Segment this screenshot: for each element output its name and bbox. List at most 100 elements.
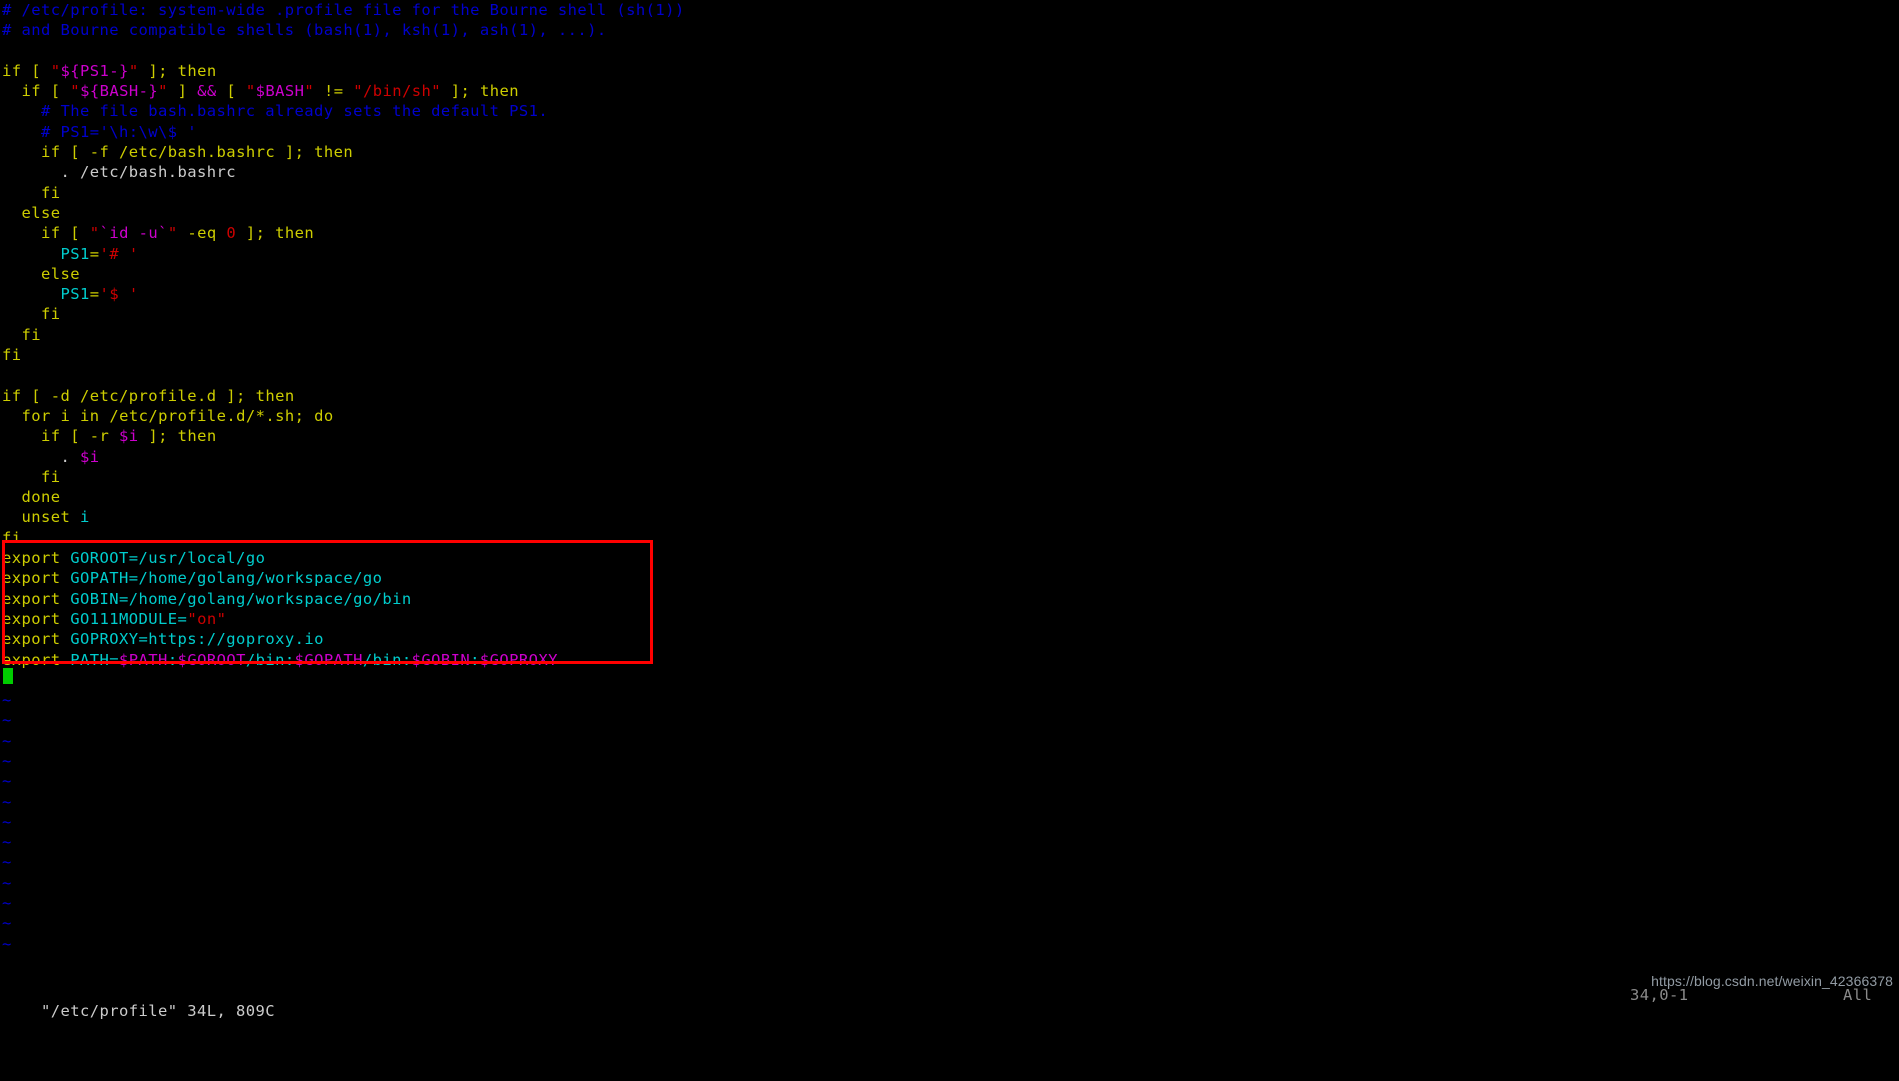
code-token: i — [50, 406, 81, 425]
empty-line-tilde: ~ — [0, 792, 1899, 812]
code-line[interactable]: . /etc/bash.bashrc — [0, 162, 1899, 182]
code-line[interactable]: if [ -f /etc/bash.bashrc ]; then — [0, 142, 1899, 162]
tilde-icon: ~ — [2, 812, 12, 831]
code-token: $GOPATH — [294, 650, 363, 669]
tilde-icon: ~ — [2, 751, 12, 770]
code-token: then — [275, 224, 315, 243]
code-line[interactable]: fi — [0, 467, 1899, 487]
empty-line-tilde: ~ — [0, 832, 1899, 852]
code-token: " — [128, 61, 139, 80]
code-line[interactable] — [0, 41, 1899, 61]
code-line[interactable]: export GOROOT=/usr/local/go — [0, 548, 1899, 568]
code-token: [ -r — [60, 427, 120, 446]
code-line[interactable]: # PS1='\h:\w\$ ' — [0, 122, 1899, 142]
code-token: " — [89, 224, 100, 243]
code-token: ${PS1-} — [60, 61, 129, 80]
code-line[interactable]: unset i — [0, 507, 1899, 527]
empty-line-tilde: ~ — [0, 893, 1899, 913]
csdn-watermark: https://blog.csdn.net/weixin_42366378 — [1651, 973, 1893, 989]
code-token: ] — [167, 82, 198, 101]
code-token: " — [245, 82, 256, 101]
empty-line-tilde: ~ — [0, 852, 1899, 872]
code-line[interactable]: export GO111MODULE="on" — [0, 609, 1899, 629]
code-line[interactable]: done — [0, 487, 1899, 507]
code-token: for — [21, 406, 51, 425]
code-token: = — [89, 285, 100, 304]
code-token: fi — [41, 183, 61, 202]
code-line[interactable] — [0, 670, 1899, 690]
code-line[interactable] — [0, 365, 1899, 385]
code-token: export — [2, 609, 61, 628]
code-token: if — [2, 61, 22, 80]
tilde-icon: ~ — [2, 691, 12, 710]
code-line[interactable]: export PATH=$PATH:$GOROOT/bin:$GOPATH/bi… — [0, 650, 1899, 670]
code-line[interactable]: fi — [0, 183, 1899, 203]
tilde-icon: ~ — [2, 833, 12, 852]
code-token: export — [2, 589, 61, 608]
code-line[interactable]: fi — [0, 345, 1899, 365]
code-token: " — [304, 82, 315, 101]
code-line[interactable]: # and Bourne compatible shells (bash(1),… — [0, 20, 1899, 40]
code-token: ]; — [138, 61, 178, 80]
code-token: then — [314, 143, 354, 162]
code-line[interactable]: fi — [0, 528, 1899, 548]
code-line[interactable]: export GOPROXY=https://goproxy.io — [0, 629, 1899, 649]
code-token: : — [167, 650, 178, 669]
code-token: export — [2, 569, 61, 588]
code-token: $ — [109, 285, 120, 304]
code-line[interactable]: . $i — [0, 447, 1899, 467]
code-token: [ -f /etc/bash.bashrc ]; — [60, 143, 315, 162]
code-token: $BASH — [255, 82, 305, 101]
code-line[interactable]: if [ "${BASH-}" ] && [ "$BASH" != "/bin/… — [0, 81, 1899, 101]
code-line[interactable]: # The file bash.bashrc already sets the … — [0, 101, 1899, 121]
code-token: export — [2, 650, 61, 669]
code-token: /bin: — [362, 650, 412, 669]
code-token: `id -u` — [99, 224, 168, 243]
code-token: $GOBIN — [411, 650, 471, 669]
code-token: = — [89, 244, 100, 263]
code-line[interactable]: else — [0, 203, 1899, 223]
empty-line-tilde: ~ — [0, 690, 1899, 710]
code-token: ]; — [440, 82, 480, 101]
code-line[interactable]: export GOBIN=/home/golang/workspace/go/b… — [0, 589, 1899, 609]
empty-line-tilde: ~ — [0, 710, 1899, 730]
code-token: " — [50, 61, 61, 80]
empty-line-tilde: ~ — [0, 812, 1899, 832]
code-token: && — [197, 82, 217, 101]
code-token: PS1 — [60, 285, 90, 304]
code-line[interactable]: PS1='$ ' — [0, 284, 1899, 304]
code-token: # — [109, 244, 120, 263]
code-line[interactable]: export GOPATH=/home/golang/workspace/go — [0, 568, 1899, 588]
code-line[interactable]: if [ -d /etc/profile.d ]; then — [0, 386, 1899, 406]
code-token: else — [41, 264, 81, 283]
vim-text-buffer[interactable]: # /etc/profile: system-wide .profile fil… — [0, 0, 1899, 954]
code-line[interactable]: else — [0, 264, 1899, 284]
code-line[interactable]: fi — [0, 325, 1899, 345]
code-token: if — [2, 386, 22, 405]
code-line[interactable]: # /etc/profile: system-wide .profile fil… — [0, 0, 1899, 20]
code-line[interactable]: if [ "`id -u`" -eq 0 ]; then — [0, 223, 1899, 243]
code-token: else — [21, 203, 61, 222]
code-line[interactable]: fi — [0, 304, 1899, 324]
code-line[interactable]: for i in /etc/profile.d/*.sh; do — [0, 406, 1899, 426]
code-line[interactable]: if [ -r $i ]; then — [0, 426, 1899, 446]
code-token: : — [470, 650, 480, 669]
code-token: fi — [2, 346, 22, 365]
tilde-icon: ~ — [2, 792, 12, 811]
code-token: ' — [119, 244, 139, 263]
code-token: on — [197, 609, 217, 628]
code-token: ' — [99, 244, 110, 263]
code-token: $i — [80, 447, 100, 466]
terminal-window: # /etc/profile: system-wide .profile fil… — [0, 0, 1899, 1020]
code-line[interactable]: if [ "${PS1-}" ]; then — [0, 61, 1899, 81]
code-line[interactable]: PS1='# ' — [0, 244, 1899, 264]
